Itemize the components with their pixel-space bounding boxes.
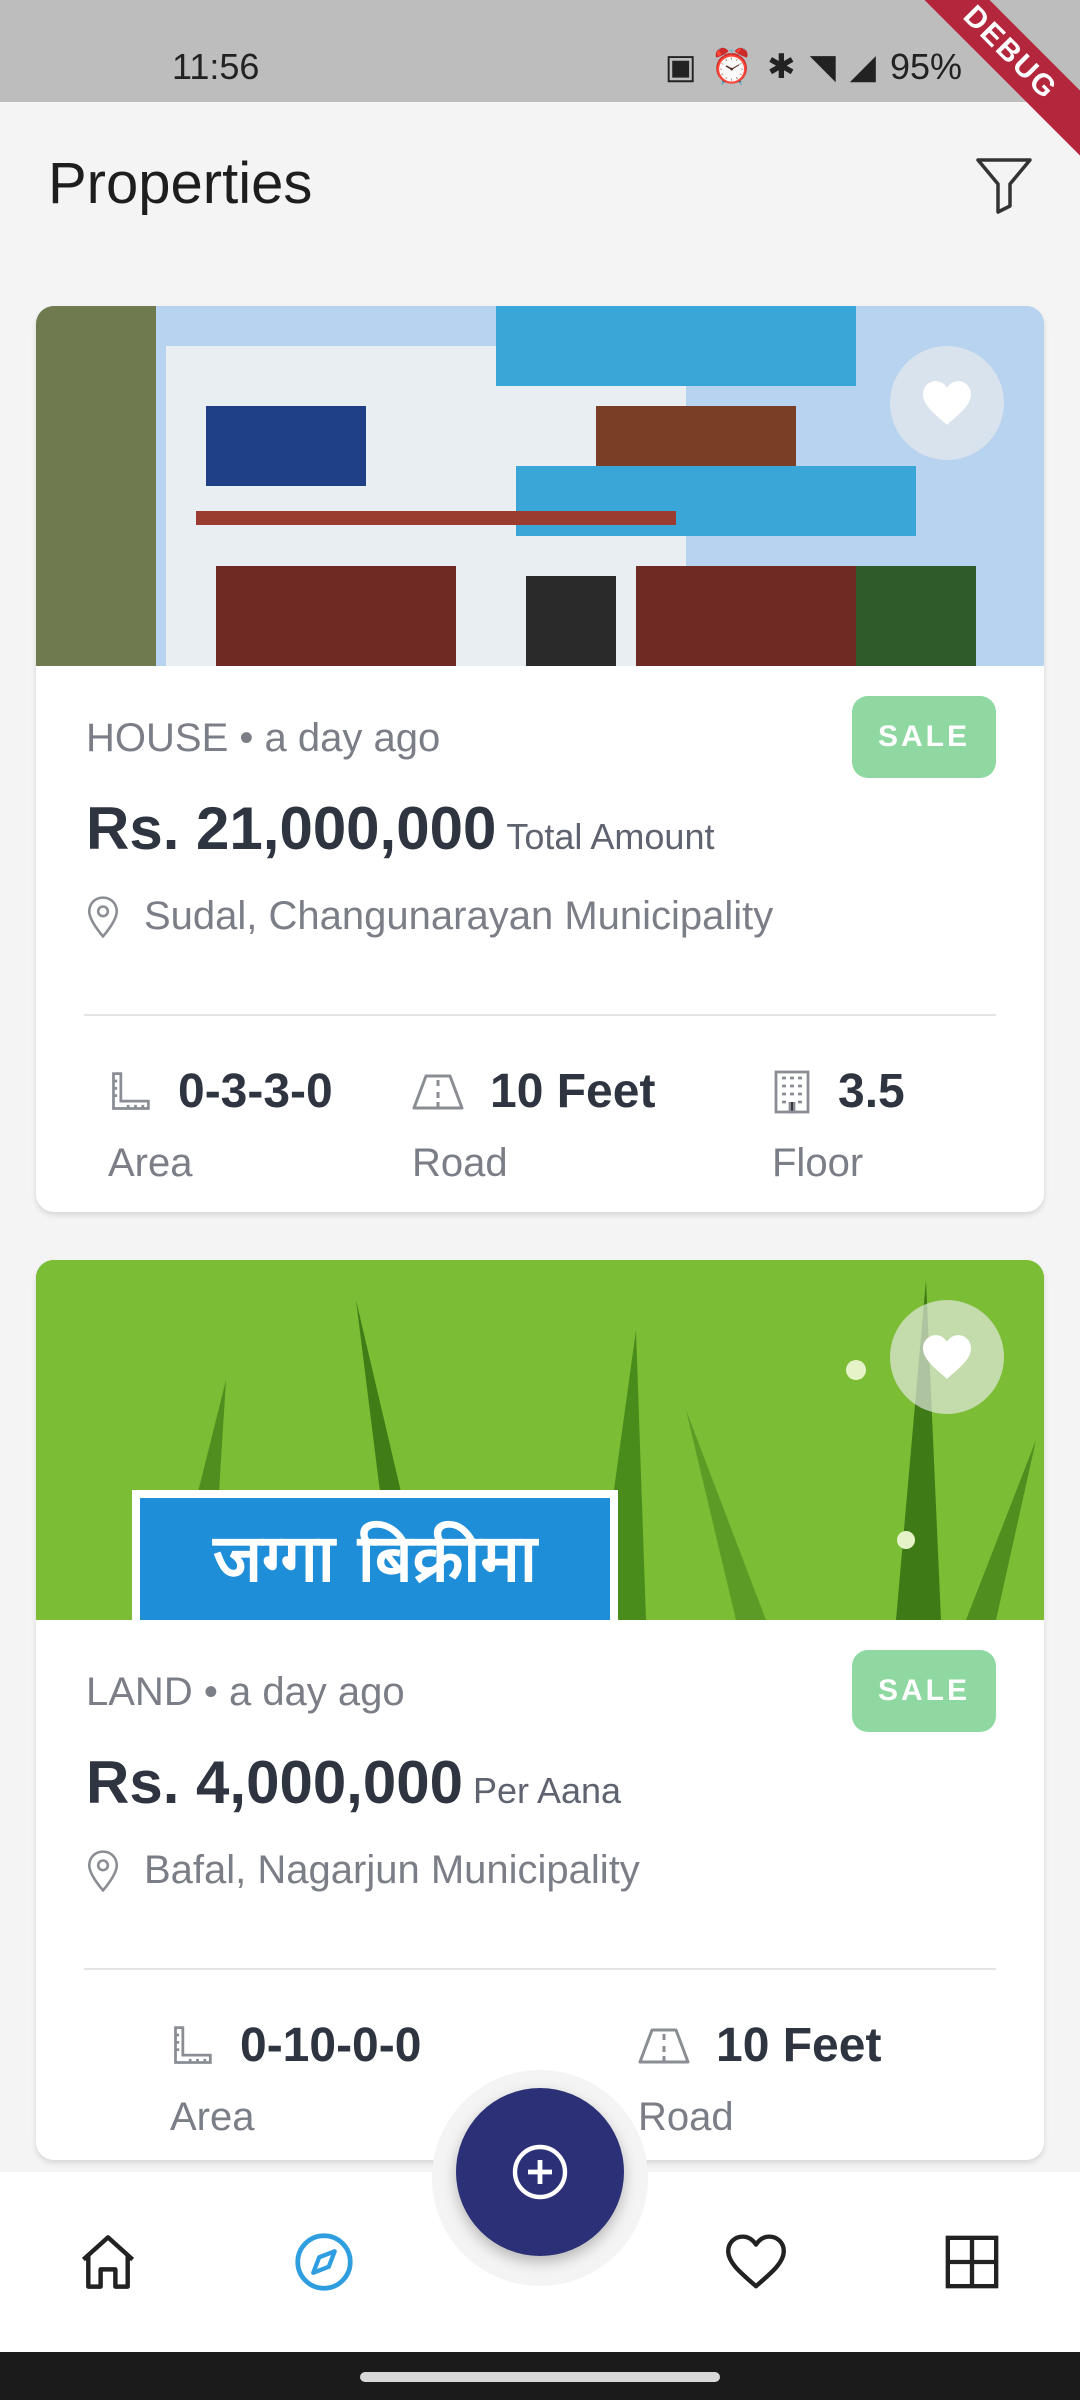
ruler-icon [174,2025,212,2064]
location-pin-icon [87,1849,119,1892]
app-bar: Properties [0,102,1080,272]
stat-road: 10 Feet Road [638,2018,881,2140]
property-meta: LAND • a day ago [86,1670,405,1714]
status-time: 11:56 [172,46,260,87]
home-indicator[interactable] [360,2372,720,2382]
status-icons: ▣ ⏰ ✱ ◥ ◢ 95% [665,46,962,88]
grid-icon [945,2235,999,2289]
stat-area: 0-3-3-0 Area [108,1064,333,1186]
property-type: LAND [86,1670,193,1714]
building-icon [774,1070,810,1113]
stat-value: 10 Feet [716,2019,882,2072]
stat-value: 0-10-0-0 [240,2019,422,2072]
price-value: Rs. 21,000,000 [86,795,497,862]
property-image[interactable]: जग्गा बिक्रीमा [36,1260,1044,1620]
image-caption: जग्गा बिक्रीमा [213,1520,537,1597]
road-icon [412,1074,464,1109]
property-stats: 0-3-3-0 Area 10 Feet Road 3.5 Floor [36,1064,1044,1194]
nav-explore[interactable] [288,2226,360,2298]
posted-time: a day ago [228,1670,405,1714]
stat-value: 0-3-3-0 [178,1065,333,1118]
divider [84,1968,996,1970]
location-text: Sudal, Changunarayan Municipality [144,894,774,938]
bluetooth-icon: ✱ [767,48,796,86]
stat-label: Floor [772,1141,864,1185]
posted-time: a day ago [264,716,441,760]
property-image[interactable] [36,306,1044,666]
stat-label: Road [638,2095,734,2139]
alarm-icon: ⏰ [710,48,754,86]
signal-icon: ◢ [849,48,876,86]
status-badge: SALE [852,1650,996,1732]
status-badge: SALE [852,696,996,778]
location-text: Bafal, Nagarjun Municipality [144,1848,640,1892]
filter-icon[interactable] [972,152,1036,216]
road-icon [638,2028,690,2063]
ruler-icon [112,1071,150,1110]
stat-floor: 3.5 Floor [772,1064,905,1186]
heart-icon [923,381,971,425]
status-bar: 11:56 ▣ ⏰ ✱ ◥ ◢ 95% DEBUG [0,0,1080,169]
nav-menu[interactable] [936,2226,1008,2298]
favorite-button[interactable] [890,1300,1004,1414]
stat-label: Road [412,1141,508,1185]
divider [84,1014,996,1016]
add-property-button[interactable] [456,2088,624,2256]
property-type: HOUSE [86,716,229,760]
property-meta: HOUSE • a day ago [86,716,441,760]
wifi-icon: ◥ [809,48,836,86]
stat-road: 10 Feet Road [412,1064,655,1186]
battery-percent: 95% [889,46,962,87]
favorite-button[interactable] [890,346,1004,460]
stat-label: Area [108,1141,193,1185]
price: Rs. 21,000,000 Total Amount [86,794,714,863]
location: Bafal, Nagarjun Municipality [86,1848,640,1893]
price: Rs. 4,000,000 Per Aana [86,1748,621,1817]
nav-favorites[interactable] [720,2226,792,2298]
stat-value: 3.5 [838,1065,905,1118]
heart-outline-icon [726,2234,786,2289]
price-unit: Per Aana [472,1770,622,1811]
price-value: Rs. 4,000,000 [86,1749,463,1816]
compass-icon [295,2233,353,2291]
nav-home[interactable] [72,2226,144,2298]
gesture-bar [0,2352,1080,2400]
add-circle-icon [512,2144,568,2200]
heart-icon [923,1335,971,1379]
property-card[interactable]: जग्गा बिक्रीमा LAND • a day ago SALE Rs.… [36,1260,1044,2160]
stat-label: Area [170,2095,255,2139]
property-card[interactable]: HOUSE • a day ago SALE Rs. 21,000,000 Tot… [36,306,1044,1212]
location-pin-icon [87,895,119,938]
stat-value: 10 Feet [490,1065,656,1118]
stat-area: 0-10-0-0 Area [170,2018,421,2140]
nfc-icon: ▣ [664,48,697,86]
price-unit: Total Amount [506,816,715,857]
home-icon [81,2235,135,2289]
location: Sudal, Changunarayan Municipality [86,894,773,939]
page-title: Properties [48,151,313,216]
